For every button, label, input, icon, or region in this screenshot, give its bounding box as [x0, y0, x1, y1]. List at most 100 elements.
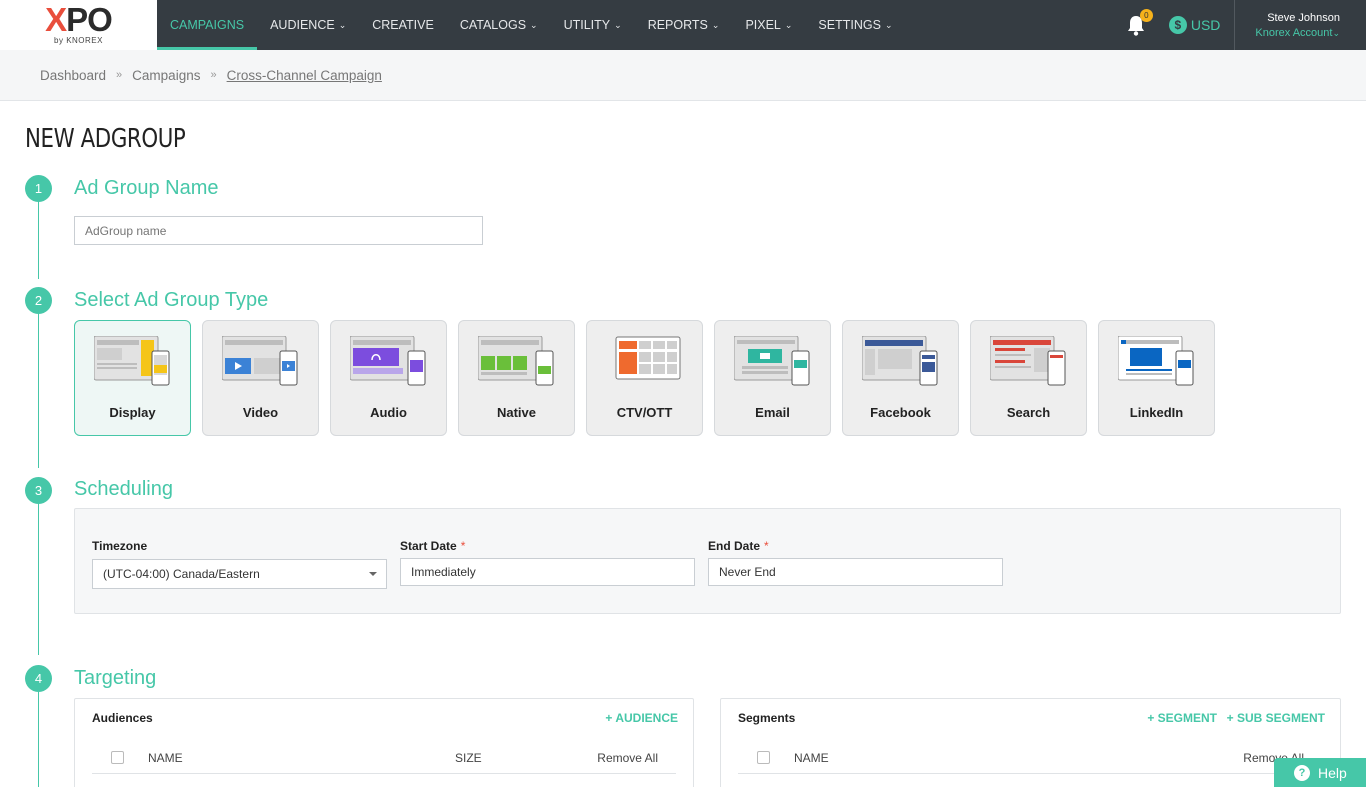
- display-icon: [93, 336, 169, 386]
- step-connector: [38, 503, 39, 655]
- adtype-label: Audio: [370, 405, 407, 420]
- account-selector[interactable]: Knorex Account⌄: [1255, 27, 1340, 39]
- segments-panel: Segments + SEGMENT + SUB SEGMENT NAME Re…: [720, 698, 1341, 787]
- start-date-label: Start Date *: [400, 539, 466, 553]
- logo[interactable]: XPO by KNOREX: [0, 0, 157, 50]
- search-icon: [989, 336, 1065, 386]
- end-date-input[interactable]: Never End: [708, 558, 1003, 586]
- adtype-card-display[interactable]: Display: [74, 320, 191, 436]
- adtype-label: LinkedIn: [1129, 405, 1184, 420]
- remove-all-button[interactable]: Remove All: [597, 751, 658, 765]
- notification-badge: 0: [1139, 9, 1153, 22]
- adtype-card-video[interactable]: Video: [202, 320, 319, 436]
- adtype-label: Facebook: [870, 405, 931, 420]
- step-number: 4: [25, 665, 52, 692]
- logo-text: XPO: [45, 1, 113, 38]
- adtype-card-facebook[interactable]: Facebook: [842, 320, 959, 436]
- adtype-label: Video: [242, 405, 279, 420]
- user-name: Steve Johnson: [1267, 11, 1340, 24]
- help-button[interactable]: ? Help: [1274, 758, 1366, 787]
- step-connector: [38, 692, 39, 787]
- nav-campaigns[interactable]: CAMPAIGNS: [157, 0, 258, 50]
- native-icon: [477, 336, 553, 386]
- chevron-down-icon: ⌄: [711, 19, 720, 30]
- table-divider: [92, 773, 676, 774]
- audiences-title: Audiences: [92, 711, 153, 725]
- adtype-card-email[interactable]: Email: [714, 320, 831, 436]
- audiences-panel: Audiences + AUDIENCE NAME SIZE Remove Al…: [74, 698, 694, 787]
- timezone-label: Timezone: [92, 539, 148, 553]
- chevron-down-icon: ⌄: [1332, 27, 1340, 38]
- nav-audience[interactable]: AUDIENCE ⌄: [257, 0, 359, 50]
- scheduling-panel: Timezone (UTC-04:00) Canada/Eastern Star…: [74, 508, 1341, 614]
- adtype-card-native[interactable]: Native: [458, 320, 575, 436]
- chevron-down-icon: ⌄: [884, 19, 893, 30]
- tv-icon: [615, 336, 680, 380]
- adgroup-name-input[interactable]: [74, 216, 483, 245]
- select-all-checkbox[interactable]: [757, 751, 770, 764]
- adtype-card-ctv-ott[interactable]: CTV/OTT: [586, 320, 703, 436]
- nav-utility[interactable]: UTILITY ⌄: [551, 0, 635, 50]
- column-header-size: SIZE: [455, 751, 482, 765]
- breadcrumb-separator: »: [116, 69, 123, 81]
- add-audience-button[interactable]: + AUDIENCE: [605, 711, 678, 725]
- nav-catalogs[interactable]: CATALOGS ⌄: [447, 0, 551, 50]
- start-date-input[interactable]: Immediately: [400, 558, 695, 586]
- audio-icon: [349, 336, 425, 386]
- step-title-ad-group-name: Ad Group Name: [74, 177, 219, 199]
- adtype-label: CTV/OTT: [616, 405, 673, 420]
- step-connector: [38, 313, 39, 468]
- add-segment-button[interactable]: + SEGMENT: [1147, 711, 1217, 725]
- breadcrumb-dashboard[interactable]: Dashboard: [40, 68, 106, 83]
- step-number: 1: [25, 175, 52, 202]
- breadcrumb: Dashboard » Campaigns » Cross-Channel Ca…: [0, 50, 1366, 101]
- dollar-icon: $: [1168, 16, 1187, 34]
- step-number: 2: [25, 287, 52, 314]
- column-header-name: NAME: [794, 751, 829, 765]
- chevron-down-icon: ⌄: [338, 19, 347, 30]
- linkedin-icon: [1117, 336, 1193, 386]
- nav-settings[interactable]: SETTINGS ⌄: [805, 0, 905, 50]
- step-title-select-type: Select Ad Group Type: [74, 289, 269, 311]
- adtype-label: Native: [496, 405, 537, 420]
- facebook-icon: [861, 336, 937, 386]
- step-title-scheduling: Scheduling: [74, 478, 173, 500]
- column-header-name: NAME: [148, 751, 183, 765]
- adtype-card-audio[interactable]: Audio: [330, 320, 447, 436]
- nav-right: 0 $ USD Steve Johnson Knorex Account⌄: [1123, 0, 1366, 50]
- breadcrumb-current[interactable]: Cross-Channel Campaign: [227, 68, 382, 83]
- adtype-label: Search: [1006, 405, 1051, 420]
- step-number: 3: [25, 477, 52, 504]
- chevron-down-icon: ⌄: [530, 19, 538, 30]
- breadcrumb-campaigns[interactable]: Campaigns: [132, 68, 200, 83]
- add-sub-segment-button[interactable]: + SUB SEGMENT: [1227, 711, 1325, 725]
- nav-pixel[interactable]: PIXEL ⌄: [732, 0, 805, 50]
- adtype-label: Display: [109, 405, 156, 420]
- adtype-card-linkedin[interactable]: LinkedIn: [1098, 320, 1215, 436]
- video-icon: [221, 336, 297, 386]
- step-title-targeting: Targeting: [74, 667, 157, 689]
- select-all-checkbox[interactable]: [111, 751, 124, 764]
- question-icon: ?: [1294, 764, 1310, 781]
- main-nav: CAMPAIGNS AUDIENCE ⌄ CREATIVE CATALOGS ⌄ U…: [157, 0, 905, 50]
- currency-label: USD: [1190, 17, 1221, 33]
- user-menu[interactable]: Steve Johnson Knorex Account⌄: [1234, 0, 1366, 50]
- notification-bell-icon[interactable]: 0: [1123, 9, 1153, 38]
- chevron-down-icon: ⌄: [614, 19, 622, 30]
- currency-selector[interactable]: $ USD: [1168, 16, 1221, 34]
- email-icon: [733, 336, 809, 386]
- logo-subtitle: by KNOREX: [54, 36, 103, 45]
- top-nav-bar: XPO by KNOREX CAMPAIGNS AUDIENCE ⌄ CREATI…: [0, 0, 1366, 50]
- chevron-down-icon: ⌄: [784, 19, 793, 30]
- adtype-label: Email: [755, 405, 790, 420]
- breadcrumb-separator: »: [210, 69, 217, 81]
- dropdown-arrow-icon: [369, 572, 377, 576]
- timezone-select[interactable]: (UTC-04:00) Canada/Eastern: [92, 559, 387, 589]
- step-connector: [38, 201, 39, 279]
- table-divider: [738, 773, 1323, 774]
- nav-creative[interactable]: CREATIVE: [359, 0, 447, 50]
- help-label: Help: [1318, 764, 1347, 781]
- nav-reports[interactable]: REPORTS ⌄: [635, 0, 733, 50]
- page-title: NEW ADGROUP: [25, 124, 186, 154]
- adtype-card-search[interactable]: Search: [970, 320, 1087, 436]
